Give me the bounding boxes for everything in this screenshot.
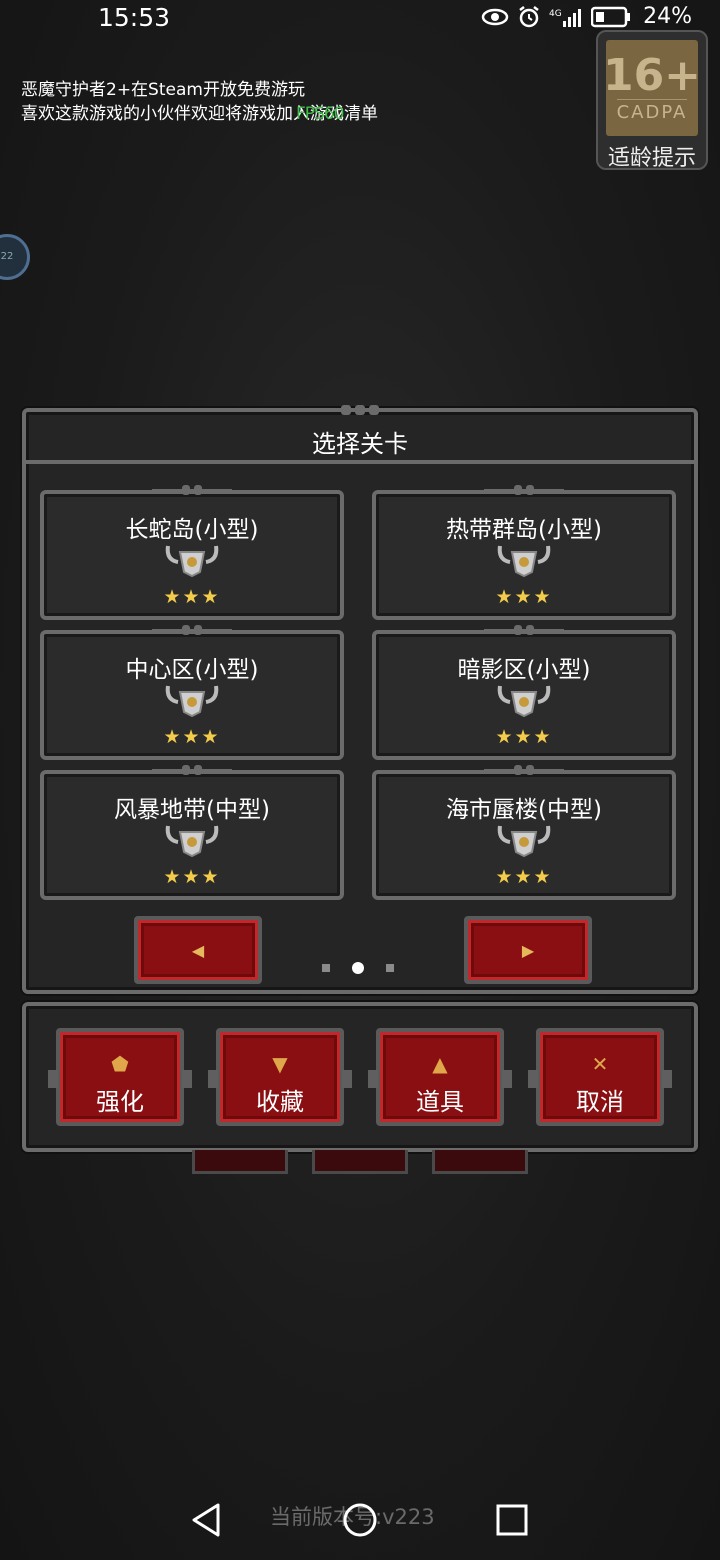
home-icon[interactable] — [342, 1502, 378, 1538]
horned-emblem-icon — [165, 685, 219, 718]
dialog-title: 选择关卡 — [312, 430, 408, 458]
background-button — [432, 1150, 528, 1174]
star-rating: ★★★ — [495, 586, 553, 608]
card-ornament — [152, 765, 232, 775]
level-card[interactable]: 热带群岛(小型) ★★★ — [372, 485, 676, 620]
level-card[interactable]: 暗影区(小型) ★★★ — [372, 625, 676, 760]
cancel-label: 取消 — [576, 1088, 624, 1116]
status-icons: 4G 24% — [481, 4, 692, 29]
page-dot[interactable] — [322, 964, 330, 972]
star-rating: ★★★ — [163, 586, 221, 608]
arrow-right-icon: ▶ — [521, 940, 535, 960]
cancel-button[interactable]: ✕ 取消 — [528, 1028, 672, 1126]
card-ornament — [152, 485, 232, 495]
card-ornament — [152, 625, 232, 635]
level-name: 长蛇岛(小型) — [125, 517, 259, 543]
button-notch — [48, 1070, 58, 1088]
age-rating-caption: 适龄提示 — [607, 146, 696, 171]
horned-emblem-icon — [165, 545, 219, 578]
potion-icon: ▲ — [432, 1052, 448, 1076]
level-name: 暗影区(小型) — [457, 657, 591, 683]
battery-percent: 24% — [643, 4, 692, 29]
back-icon[interactable] — [190, 1502, 222, 1538]
recents-icon[interactable] — [496, 1504, 528, 1536]
button-notch — [182, 1070, 192, 1088]
prev-page-button[interactable]: ◀ — [134, 916, 262, 984]
button-notch — [502, 1070, 512, 1088]
level-name: 热带群岛(小型) — [446, 517, 602, 543]
star-rating: ★★★ — [495, 726, 553, 748]
level-name: 中心区(小型) — [125, 657, 259, 683]
button-notch — [208, 1070, 218, 1088]
star-rating: ★★★ — [163, 726, 221, 748]
card-ornament — [484, 485, 564, 495]
collection-button[interactable]: ▼ 收藏 — [208, 1028, 352, 1126]
horned-emblem-icon — [165, 825, 219, 858]
upgrade-label: 强化 — [96, 1088, 144, 1116]
button-notch — [662, 1070, 672, 1088]
page-dot-active[interactable] — [352, 962, 364, 974]
page-dot[interactable] — [386, 964, 394, 972]
upgrade-button[interactable]: ⬟ 强化 — [48, 1028, 192, 1126]
level-card[interactable]: 长蛇岛(小型) ★★★ — [40, 485, 344, 620]
dialog-header: 选择关卡 — [26, 405, 694, 464]
status-time: 15:53 — [98, 3, 171, 32]
horned-emblem-icon — [497, 545, 551, 578]
svg-text:4G: 4G — [549, 9, 562, 19]
level-name: 风暴地带(中型) — [114, 797, 270, 823]
level-select-dialog: 选择关卡 长蛇岛(小型) ★★★ 热带群岛(小型) ★★★ 中心区(小型) ★★… — [22, 405, 698, 994]
next-page-button[interactable]: ▶ — [464, 916, 592, 984]
button-notch — [368, 1070, 378, 1088]
star-rating: ★★★ — [495, 866, 553, 888]
age-rating-number: 16+ — [602, 50, 702, 101]
action-bar: ⬟ 强化 ▼ 收藏 ▲ 道具 ✕ 取消 — [22, 1002, 698, 1152]
level-card[interactable]: 中心区(小型) ★★★ — [40, 625, 344, 760]
page-indicator — [322, 962, 394, 974]
button-notch — [528, 1070, 538, 1088]
level-card[interactable]: 风暴地带(中型) ★★★ — [40, 765, 344, 900]
alarm-icon — [519, 5, 539, 27]
system-nav-bar: 当前版本号:v223 — [0, 1480, 720, 1560]
eye-icon — [481, 8, 509, 25]
announcement-line-1: 恶魔守护者2+在Steam开放免费游玩 — [21, 80, 305, 100]
collection-label: 收藏 — [256, 1088, 304, 1116]
battery-icon — [591, 6, 631, 27]
signal-icon: 4G — [549, 8, 582, 27]
star-rating: ★★★ — [163, 866, 221, 888]
level-name: 海市蜃楼(中型) — [446, 797, 602, 823]
level-card[interactable]: 海市蜃楼(中型) ★★★ — [372, 765, 676, 900]
age-rating-badge: 16+ CADPA 适龄提示 — [596, 30, 708, 171]
background-button — [312, 1150, 408, 1174]
card-ornament — [484, 625, 564, 635]
close-icon: ✕ — [591, 1052, 609, 1076]
items-label: 道具 — [416, 1088, 464, 1116]
upgrade-icon: ⬟ — [111, 1052, 129, 1076]
floating-bubble[interactable]: 22 — [0, 234, 30, 280]
age-rating-box: 16+ CADPA — [602, 40, 702, 136]
items-button[interactable]: ▲ 道具 — [368, 1028, 512, 1126]
horned-emblem-icon — [497, 825, 551, 858]
age-rating-org: CADPA — [616, 99, 688, 123]
trophy-icon: ▼ — [272, 1052, 288, 1076]
arrow-left-icon: ◀ — [191, 940, 205, 960]
button-notch — [342, 1070, 352, 1088]
card-ornament — [484, 765, 564, 775]
horned-emblem-icon — [497, 685, 551, 718]
fps-counter: FPS60 — [296, 104, 344, 124]
background-button — [192, 1150, 288, 1174]
header-ornament — [331, 405, 389, 415]
